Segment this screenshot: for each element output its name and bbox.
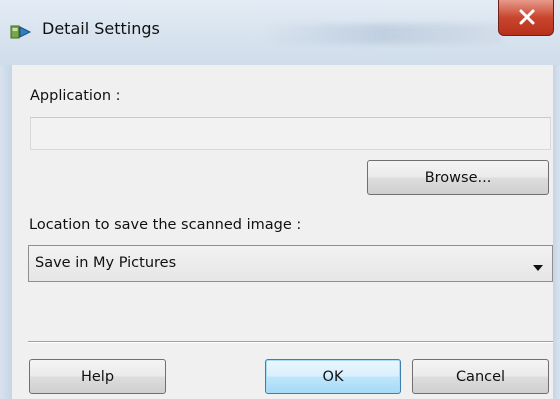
close-button[interactable] [498, 0, 554, 36]
ok-button[interactable]: OK [265, 359, 401, 394]
chevron-down-icon [532, 260, 544, 276]
background-window-title-blur [262, 24, 502, 44]
window-frame-left [0, 65, 12, 399]
detail-settings-dialog: Detail Settings Application : Browse... … [0, 0, 560, 399]
scanner-arrow-icon [10, 22, 32, 42]
window-title: Detail Settings [42, 19, 160, 38]
browse-button[interactable]: Browse... [367, 160, 549, 195]
application-label: Application : [30, 88, 121, 104]
close-icon [519, 9, 535, 25]
window-frame-right [553, 65, 560, 399]
divider [28, 341, 553, 342]
help-button[interactable]: Help [29, 359, 166, 394]
application-field[interactable] [30, 117, 551, 150]
save-location-selected: Save in My Pictures [35, 255, 177, 271]
location-label: Location to save the scanned image : [29, 217, 302, 233]
cancel-button[interactable]: Cancel [412, 359, 549, 394]
title-bar[interactable]: Detail Settings [0, 0, 560, 65]
save-location-select[interactable]: Save in My Pictures [28, 245, 553, 282]
